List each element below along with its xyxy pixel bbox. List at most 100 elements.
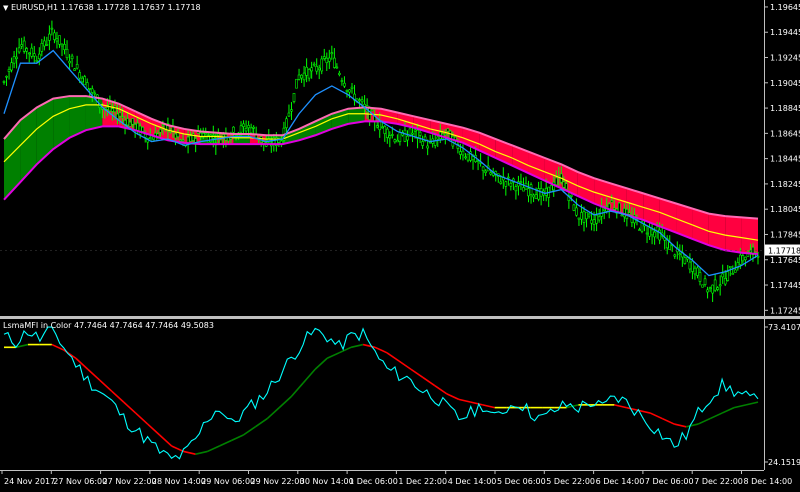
candle-body	[592, 219, 596, 225]
candle-body	[701, 284, 704, 288]
time-tick-label: 1 Dec 22:00	[398, 477, 447, 486]
price-candle	[678, 244, 682, 261]
candle-body	[638, 229, 641, 231]
candle-body	[577, 217, 581, 220]
lsma-segment	[242, 426, 256, 436]
price-candle	[464, 153, 467, 160]
price-candle	[466, 153, 470, 163]
candle-body	[623, 208, 626, 218]
price-tick-label: 1.17645	[770, 256, 800, 265]
price-candle	[572, 203, 576, 212]
price-candle	[688, 253, 692, 274]
price-axis[interactable]: 1.19645 1.19445 1.19245 1.19045 1.18845 1.186…	[764, 0, 800, 470]
price-tick-label: 1.17445	[770, 281, 800, 290]
price-candle	[721, 264, 724, 284]
candle-body	[131, 118, 134, 125]
time-axis[interactable]: 24 Nov 201727 Nov 06:0027 Nov 22:0028 No…	[0, 470, 800, 492]
time-tick-label: 5 Dec 22:00	[546, 477, 595, 486]
time-tick-label: 30 Nov 14:00	[300, 477, 354, 486]
price-candle	[701, 284, 704, 288]
candle-body	[171, 126, 175, 132]
candle-body	[88, 87, 92, 90]
candle-body	[148, 137, 152, 139]
price-tick-label: 1.18045	[770, 205, 800, 214]
price-candle	[338, 70, 341, 77]
price-candle	[350, 83, 354, 94]
candle-body	[693, 267, 697, 275]
candle-body	[597, 216, 601, 221]
price-tick-label: 1.19645	[770, 3, 800, 12]
price-candle	[597, 208, 601, 223]
candle-body	[302, 72, 306, 81]
lsma-segment	[266, 407, 280, 420]
price-tick-label: 1.17845	[770, 230, 800, 239]
price-candle	[728, 266, 732, 277]
candle-body	[582, 211, 586, 223]
candle-body	[141, 126, 144, 132]
candle-body	[15, 56, 18, 59]
candle-body	[522, 187, 525, 192]
price-candle	[708, 286, 712, 292]
candle-body	[80, 77, 84, 83]
price-chart-pane[interactable]: ▼ EURUSD,H1 1.17638 1.17728 1.17637 1.17…	[0, 0, 764, 316]
price-candle	[386, 127, 389, 144]
lsma-segment	[614, 404, 627, 409]
candle-body	[45, 44, 49, 46]
price-candle	[30, 43, 34, 59]
candle-body	[650, 229, 654, 236]
price-candle	[22, 36, 26, 54]
price-candle	[325, 52, 329, 71]
candle-body	[305, 66, 308, 76]
lsma-segment	[183, 450, 196, 455]
price-candle	[68, 54, 71, 70]
candle-body	[734, 269, 737, 273]
ma-ribbon-segment	[36, 98, 54, 165]
chart-menu-icon[interactable]: ▼	[3, 4, 8, 12]
candle-body	[673, 254, 677, 257]
price-tick-label: 1.17245	[770, 306, 800, 315]
candle-body	[262, 141, 266, 144]
candle-body	[330, 52, 334, 55]
price-candle	[254, 126, 258, 140]
candle-body	[554, 177, 558, 185]
lsma-segment	[446, 393, 460, 401]
candle-body	[595, 215, 598, 224]
price-candle	[287, 104, 291, 117]
main-chart-title: ▼ EURUSD,H1 1.17638 1.17728 1.17637 1.17…	[3, 3, 201, 12]
price-candle	[393, 138, 397, 144]
price-candle	[5, 75, 8, 86]
price-candle	[638, 227, 641, 231]
price-candle	[421, 135, 424, 149]
candle-body	[461, 150, 465, 156]
price-candle	[517, 175, 520, 196]
price-candle	[396, 134, 399, 143]
price-chart	[0, 20, 764, 302]
candle-body	[60, 43, 64, 47]
price-candle	[60, 43, 64, 56]
price-candle	[70, 53, 74, 68]
candle-body	[48, 33, 51, 41]
lsma-segment	[159, 434, 173, 447]
candle-body	[678, 253, 682, 256]
price-candle	[582, 206, 586, 232]
price-candle	[524, 176, 528, 190]
candle-body	[413, 129, 417, 132]
lsma-segment	[674, 423, 687, 428]
lsma-segment	[374, 346, 388, 354]
price-candle	[383, 125, 387, 142]
candle-body	[706, 289, 709, 293]
candle-body	[572, 204, 576, 211]
indicator-pane[interactable]: LsmaMFI in Color 47.7464 47.7464 47.7464…	[0, 319, 764, 470]
candle-body	[484, 170, 487, 173]
candle-body	[106, 107, 109, 110]
price-candle	[65, 40, 69, 61]
lsma-segment	[362, 343, 376, 349]
candle-body	[12, 56, 16, 64]
price-candle	[295, 78, 298, 89]
candle-body	[358, 99, 361, 101]
price-candle	[549, 184, 553, 193]
price-tick-label: 1.18645	[770, 129, 800, 138]
price-candle	[519, 173, 523, 191]
price-candle	[322, 48, 326, 61]
candle-body	[499, 181, 503, 184]
